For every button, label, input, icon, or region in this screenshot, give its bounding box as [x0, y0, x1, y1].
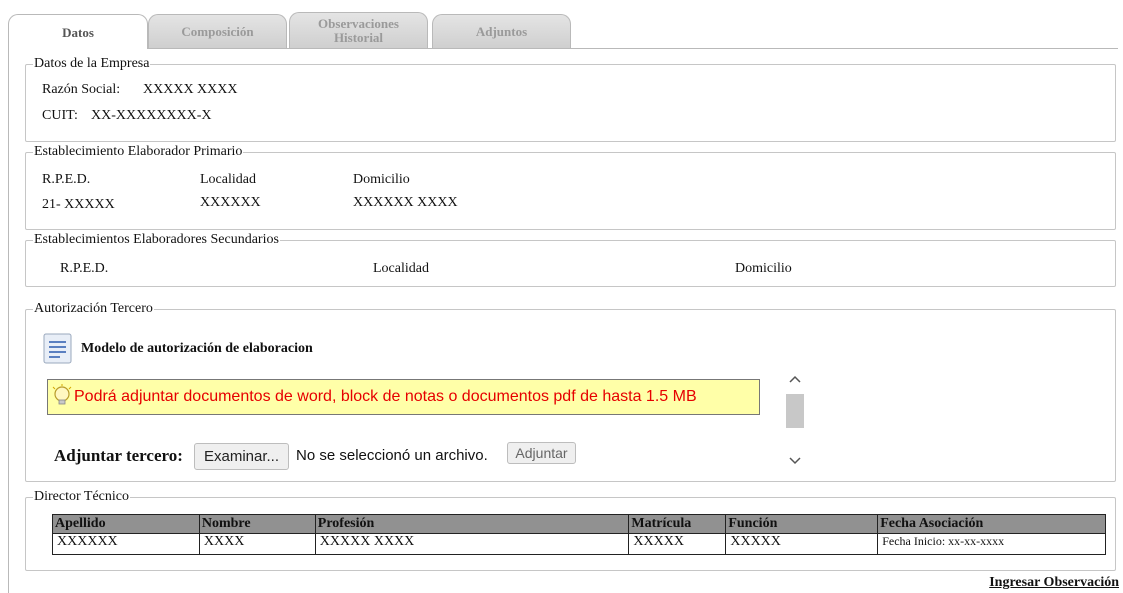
empresa-section: Datos de la Empresa: [25, 56, 1116, 142]
cell-nombre: XXXX: [198, 533, 316, 555]
primario-legend: Establecimiento Elaborador Primario: [34, 144, 243, 159]
primario-section: Establecimiento Elaborador Primario: [25, 144, 1116, 230]
col-nombre: Nombre: [198, 514, 316, 534]
secundarios-header-domicilio: Domicilio: [735, 261, 792, 276]
col-funcion: Función: [725, 514, 879, 534]
cell-apellido: XXXXXX: [52, 533, 200, 555]
tab-composicion-label: Composición: [181, 24, 254, 39]
tab-baseline: [8, 48, 1118, 49]
razon-social-value: XXXXX XXXX: [143, 82, 238, 97]
primario-header-rped: R.P.E.D.: [42, 172, 91, 187]
tab-observaciones-label: Observaciones: [318, 15, 399, 31]
lightbulb-icon: [52, 384, 72, 405]
director-table: Apellido Nombre Profesión Matrícula Func…: [52, 514, 1106, 555]
attach-button[interactable]: Adjuntar: [507, 442, 576, 464]
no-file-text: No se seleccionó un archivo.: [296, 447, 488, 464]
primario-domicilio-value: XXXXXX XXXX: [353, 195, 458, 210]
scroll-up-icon[interactable]: [789, 374, 801, 384]
cuit-label: CUIT:: [42, 108, 78, 123]
cell-funcion: XXXXX: [725, 533, 879, 555]
upload-tip-text: Podrá adjuntar documentos de word, block…: [74, 388, 697, 405]
tab-composicion[interactable]: Composición: [148, 14, 287, 48]
cell-profesion: XXXXX XXXX: [314, 533, 630, 555]
scroll-thumb[interactable]: [786, 394, 804, 428]
panel-left-border: [8, 48, 9, 593]
tab-datos-label: Datos: [62, 24, 94, 40]
secundarios-header-localidad: Localidad: [373, 261, 429, 276]
col-apellido: Apellido: [52, 514, 200, 534]
adjuntar-tercero-label: Adjuntar tercero:: [54, 446, 183, 465]
browse-button[interactable]: Examinar...: [194, 443, 289, 470]
tab-historial-label: Historial: [333, 29, 384, 45]
scroll-down-icon[interactable]: [789, 456, 801, 466]
col-matricula: Matrícula: [628, 514, 727, 534]
tab-bar: Datos Composición Observaciones Historia…: [8, 8, 1118, 49]
empresa-legend: Datos de la Empresa: [34, 56, 150, 71]
cuit-value: XX-XXXXXXXX-X: [91, 108, 212, 123]
cell-matricula: XXXXX: [628, 533, 727, 555]
secundarios-header-rped: R.P.E.D.: [60, 261, 109, 276]
tab-adjuntos[interactable]: Adjuntos: [432, 14, 571, 48]
modelo-autorizacion-link[interactable]: Modelo de autorización de elaboracion: [81, 341, 313, 357]
primario-header-domicilio: Domicilio: [353, 172, 410, 187]
primario-localidad-value: XXXXXX: [200, 195, 261, 210]
tab-datos[interactable]: Datos: [8, 14, 148, 49]
director-header-row: Apellido Nombre Profesión Matrícula Func…: [52, 514, 1106, 534]
ingresar-observacion-link[interactable]: Ingresar Observación: [989, 575, 1119, 591]
director-legend: Director Técnico: [34, 489, 129, 504]
cell-fecha-inicio: Fecha Inicio: xx-xx-xxxx: [877, 533, 1106, 555]
autorizacion-scrollbar[interactable]: [784, 372, 806, 468]
secundarios-legend: Establecimientos Elaboradores Secundario…: [34, 232, 279, 247]
col-fecha-asociacion: Fecha Asociación: [877, 514, 1106, 534]
autorizacion-legend: Autorización Tercero: [34, 301, 153, 316]
upload-tip-box: Podrá adjuntar documentos de word, block…: [47, 379, 760, 415]
razon-social-label: Razón Social:: [42, 82, 121, 97]
primario-rped-value: 21- XXXXX: [42, 197, 115, 212]
col-profesion: Profesión: [314, 514, 630, 534]
tab-adjuntos-label: Adjuntos: [475, 24, 528, 39]
tab-observaciones-historial[interactable]: Observaciones Historial: [289, 12, 428, 48]
table-row: XXXXXX XXXX XXXXX XXXX XXXXX XXXXX Fecha…: [52, 533, 1106, 555]
primario-header-localidad: Localidad: [200, 172, 256, 187]
document-icon[interactable]: [43, 333, 73, 365]
secundarios-section: Establecimientos Elaboradores Secundario…: [25, 232, 1116, 287]
